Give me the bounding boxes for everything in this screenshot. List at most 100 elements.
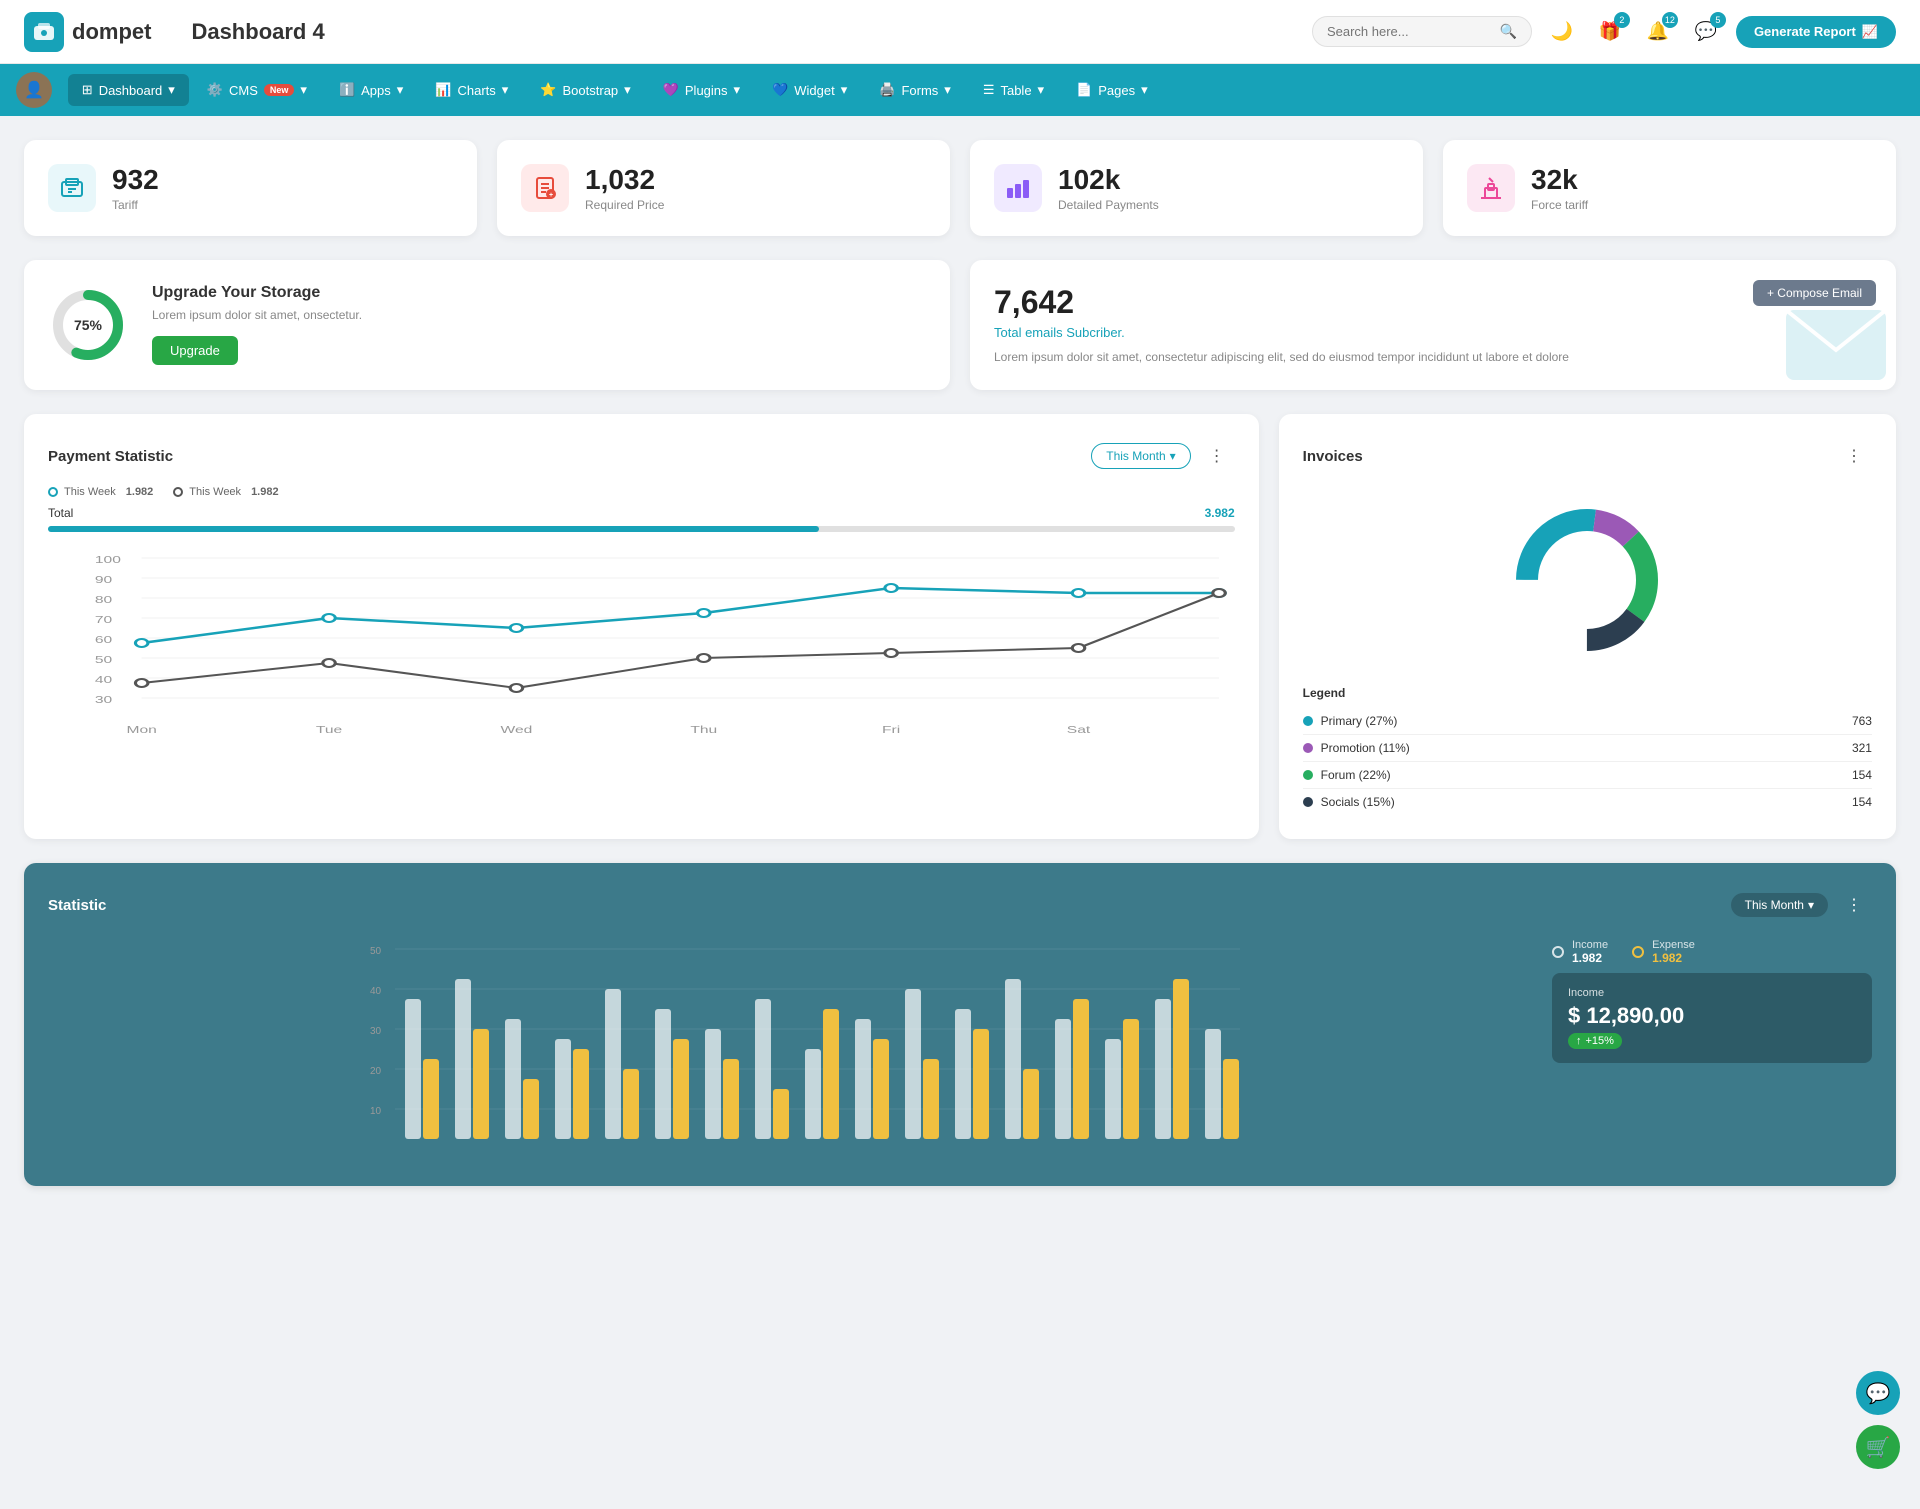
payment-menu-button[interactable]: ⋮ [1199, 438, 1235, 474]
chat-support-button[interactable]: 💬 [1856, 1371, 1900, 1415]
storage-card: 75% Upgrade Your Storage Lorem ipsum dol… [24, 260, 950, 390]
generate-report-button[interactable]: Generate Report 📈 [1736, 16, 1896, 48]
primary-label: Primary (27%) [1321, 714, 1398, 728]
logo-icon [24, 12, 64, 52]
legend-value-1: 1.982 [126, 486, 154, 498]
nav-plugins[interactable]: 💜 Plugins ▾ [649, 74, 754, 106]
nav-dropdown-icon: ▾ [168, 82, 175, 98]
legend-row-primary: Primary (27%) 763 [1303, 708, 1872, 735]
bootstrap-dropdown-icon: ▾ [624, 82, 631, 98]
socials-color [1303, 797, 1313, 807]
search-box[interactable]: 🔍 [1312, 16, 1532, 47]
force-icon [1467, 164, 1515, 212]
charts-dropdown-icon: ▾ [502, 82, 509, 98]
legend-label-2: This Week [189, 486, 241, 498]
generate-report-label: Generate Report [1754, 24, 1856, 39]
stat-card-price: + 1,032 Required Price [497, 140, 950, 236]
svg-text:40: 40 [370, 986, 382, 997]
widget-icon: 💙 [772, 82, 788, 98]
nav-cms[interactable]: ⚙️ CMS New ▾ [193, 74, 321, 106]
invoices-donut-chart [1303, 490, 1872, 670]
payments-info: 102k Detailed Payments [1058, 164, 1159, 212]
income-box: Income $ 12,890,00 ↑ +15% [1552, 973, 1872, 1063]
statistic-card: Statistic This Month ▾ ⋮ 50 40 30 20 10 [24, 863, 1896, 1186]
nav-pages[interactable]: 📄 Pages ▾ [1062, 74, 1162, 106]
cms-badge: New [264, 84, 295, 96]
charts-row: Payment Statistic This Month ▾ ⋮ This We… [24, 414, 1896, 839]
nav-bootstrap[interactable]: ⭐ Bootstrap ▾ [526, 74, 644, 106]
statistic-title: Statistic [48, 897, 106, 914]
email-background-icon [1776, 290, 1896, 390]
pages-dropdown-icon: ▾ [1141, 82, 1148, 98]
total-bar [48, 526, 1235, 532]
payment-total-row: Total 3.982 [48, 506, 1235, 520]
nav-apps[interactable]: ℹ️ Apps ▾ [325, 74, 417, 106]
nav-widget[interactable]: 💙 Widget ▾ [758, 74, 861, 106]
statistic-right-panel: Income 1.982 Expense 1.982 Income $ [1552, 939, 1872, 1162]
nav-pages-label: Pages [1098, 83, 1135, 98]
storage-text: Upgrade Your Storage Lorem ipsum dolor s… [152, 284, 362, 365]
this-month-button[interactable]: This Month ▾ [1091, 443, 1190, 469]
legend-label-1: This Week [64, 486, 116, 498]
dashboard-icon: ⊞ [82, 82, 93, 98]
payment-chart-header: Payment Statistic This Month ▾ ⋮ [48, 438, 1235, 474]
gift-button[interactable]: 🎁 2 [1592, 14, 1628, 50]
svg-text:10: 10 [370, 1106, 382, 1117]
shop-button[interactable]: 🛒 [1856, 1425, 1900, 1469]
table-icon: ☰ [983, 82, 995, 98]
storage-content: 75% Upgrade Your Storage Lorem ipsum dol… [48, 284, 926, 365]
table-dropdown-icon: ▾ [1038, 82, 1045, 98]
bell-badge: 12 [1662, 12, 1678, 28]
nav-apps-label: Apps [361, 83, 391, 98]
income-label: Income [1572, 939, 1608, 951]
svg-text:30: 30 [95, 694, 112, 705]
svg-text:50: 50 [370, 946, 382, 957]
svg-text:Tue: Tue [316, 724, 342, 735]
statistic-menu-button[interactable]: ⋮ [1836, 887, 1872, 923]
primary-color [1303, 716, 1313, 726]
chat-button[interactable]: 💬 5 [1688, 14, 1724, 50]
dark-mode-button[interactable]: 🌙 [1544, 14, 1580, 50]
forum-color [1303, 770, 1313, 780]
invoices-menu-button[interactable]: ⋮ [1836, 438, 1872, 474]
income-value: 1.982 [1572, 951, 1608, 965]
svg-text:Sat: Sat [1067, 724, 1091, 735]
cms-icon: ⚙️ [207, 82, 223, 98]
page-title: Dashboard 4 [191, 19, 1311, 45]
logo: dompet [24, 12, 151, 52]
forum-value: 154 [1852, 768, 1872, 782]
nav-forms[interactable]: 🖨️ Forms ▾ [865, 74, 965, 106]
nav-table[interactable]: ☰ Table ▾ [969, 74, 1058, 106]
income-badge: ↑ +15% [1568, 1033, 1622, 1049]
price-value: 1,032 [585, 164, 664, 196]
svg-text:40: 40 [95, 674, 112, 685]
svg-text:80: 80 [95, 594, 112, 605]
upgrade-button[interactable]: Upgrade [152, 336, 238, 365]
main-content: 932 Tariff + 1,032 Required Price [0, 116, 1920, 1210]
stat-cards-row: 932 Tariff + 1,032 Required Price [24, 140, 1896, 236]
bell-button[interactable]: 🔔 12 [1640, 14, 1676, 50]
svg-text:20: 20 [370, 1066, 382, 1077]
legend-row-socials: Socials (15%) 154 [1303, 789, 1872, 815]
storage-percent: 75% [74, 317, 102, 333]
apps-dropdown-icon: ▾ [397, 82, 404, 98]
svg-text:60: 60 [95, 634, 112, 645]
legend-dot-2 [173, 487, 183, 497]
invoices-card: Invoices ⋮ Legend [1279, 414, 1896, 839]
header: dompet Dashboard 4 🔍 🌙 🎁 2 🔔 12 💬 5 Gene… [0, 0, 1920, 64]
total-label: Total [48, 506, 73, 520]
nav-forms-label: Forms [901, 83, 938, 98]
nav-charts[interactable]: 📊 Charts ▾ [421, 74, 522, 106]
payments-icon [994, 164, 1042, 212]
statistic-this-month-button[interactable]: This Month ▾ [1731, 893, 1828, 917]
middle-row: 75% Upgrade Your Storage Lorem ipsum dol… [24, 260, 1896, 390]
legend-item-2: This Week 1.982 [173, 486, 278, 498]
forum-label: Forum (22%) [1321, 768, 1391, 782]
nav-dashboard[interactable]: ⊞ Dashboard ▾ [68, 74, 189, 106]
promotion-color [1303, 743, 1313, 753]
float-buttons: 💬 🛒 [1856, 1371, 1900, 1469]
search-input[interactable] [1327, 24, 1492, 39]
gift-badge: 2 [1614, 12, 1630, 28]
statistic-dropdown-icon: ▾ [1808, 898, 1814, 912]
tariff-value: 932 [112, 164, 159, 196]
